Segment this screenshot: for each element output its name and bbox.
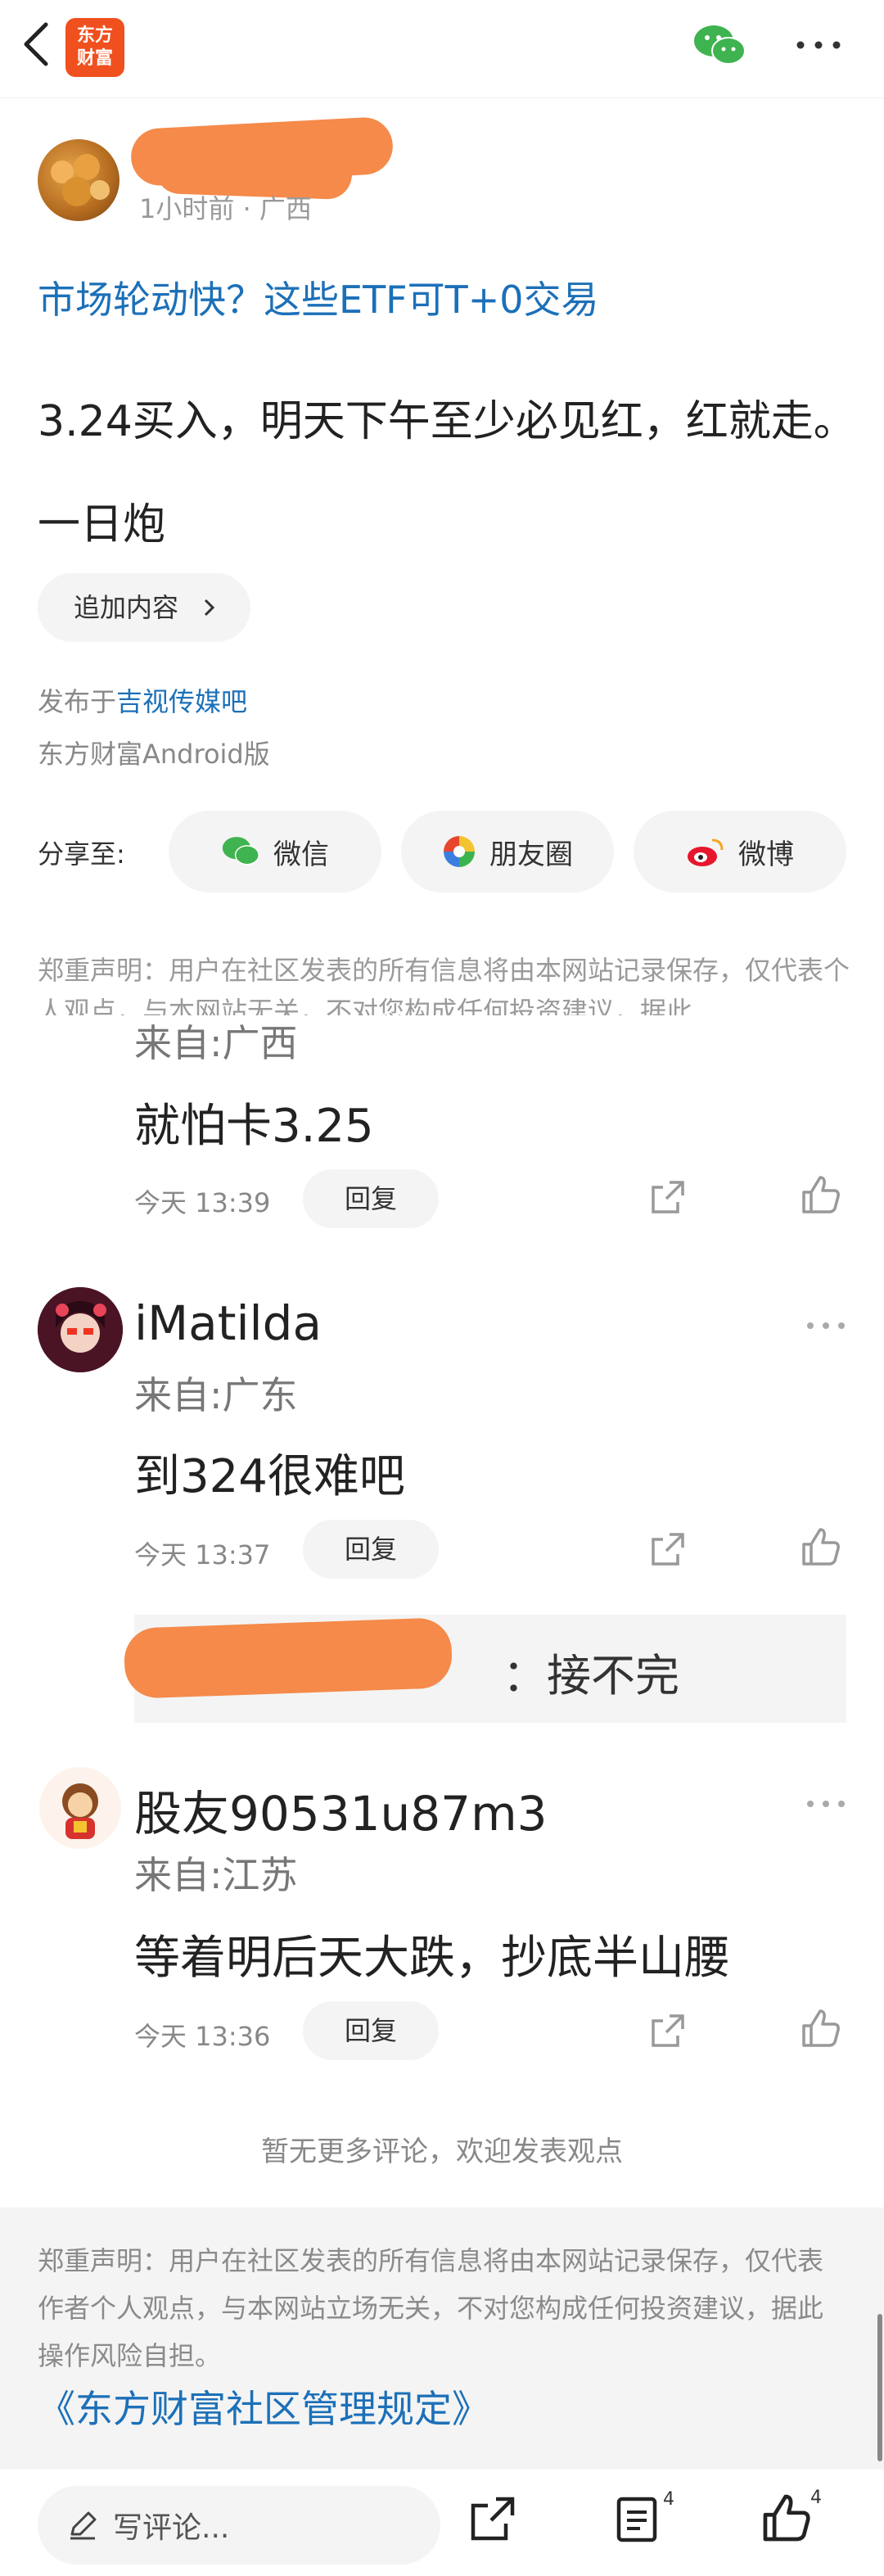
comment-region: 来自:江苏 — [134, 1853, 298, 1897]
moments-icon — [444, 836, 475, 867]
community-rules-link[interactable]: 《东方财富社区管理规定》 — [38, 2379, 489, 2434]
disclaimer-partial: 郑重声明：用户在社区发表的所有信息将由本网站记录保存，仅代表个人观点，与本网站无… — [38, 955, 850, 1015]
client-source: 东方财富Android版 — [38, 739, 270, 770]
author-avatar[interactable] — [38, 139, 120, 221]
more-options-icon[interactable] — [794, 33, 843, 57]
reply-button[interactable]: 回复 — [303, 1520, 439, 1579]
like-count-button[interactable]: 4 — [761, 2488, 822, 2543]
comment-count-badge: 4 — [663, 2489, 674, 2510]
comments-count-button[interactable]: 4 — [616, 2489, 674, 2545]
app-logo: 东方 财富 — [65, 18, 124, 77]
share-icon[interactable] — [648, 1530, 688, 1569]
wechat-share-icon[interactable] — [692, 23, 746, 69]
add-content-label: 追加内容 — [74, 592, 179, 623]
published-prefix: 发布于 — [38, 686, 117, 717]
topic-link[interactable]: 市场轮动快？这些ETF可T+0交易 — [38, 270, 599, 324]
top-bar: 东方 财富 — [0, 0, 884, 98]
share-weibo-button[interactable]: 微博 — [634, 811, 846, 893]
comment-time: 今天 13:39 — [134, 1187, 271, 1218]
share-label: 分享至: — [38, 838, 125, 870]
commenter-avatar[interactable] — [38, 1287, 123, 1372]
like-icon[interactable] — [801, 1526, 841, 1567]
share-wechat-button[interactable]: 微信 — [169, 811, 381, 893]
more-options-icon[interactable] — [805, 1798, 846, 1810]
logo-text-line2: 财富 — [76, 48, 113, 69]
share-wechat-label: 微信 — [273, 838, 329, 871]
sub-reply[interactable]: 狙 作者 ：接不完 — [123, 1615, 846, 1723]
more-options-icon[interactable] — [805, 1320, 846, 1331]
back-arrow-icon[interactable] — [16, 20, 57, 69]
bar-link[interactable]: 吉视传媒吧 — [116, 686, 247, 717]
share-icon[interactable] — [648, 1177, 688, 1217]
wechat-icon — [222, 837, 259, 865]
comment-input[interactable]: 写评论... — [38, 2486, 440, 2565]
share-icon[interactable] — [648, 2011, 688, 2050]
commenter-avatar[interactable] — [38, 1765, 123, 1851]
no-more-comments: 暂无更多评论，欢迎发表观点 — [261, 2135, 623, 2168]
like-icon[interactable] — [801, 2008, 841, 2049]
comment-text: 就怕卡3.25 — [134, 1100, 374, 1153]
commenter-name[interactable]: 股友90531u87m3 — [134, 1775, 547, 1844]
commenter-name[interactable]: iMatilda — [134, 1295, 322, 1351]
comment-time: 今天 13:37 — [134, 1539, 271, 1570]
share-icon[interactable] — [468, 2494, 517, 2543]
share-weibo-label: 微博 — [738, 838, 794, 871]
like-icon[interactable] — [801, 1174, 841, 1215]
disclaimer-text: 郑重声明：用户在社区发表的所有信息将由本网站记录保存，仅代表作者个人观点，与本网… — [38, 2245, 824, 2371]
subreply-text: ：接不完 — [503, 1650, 679, 1702]
comment-text: 到324很难吧 — [134, 1450, 405, 1503]
scrollbar[interactable] — [877, 2314, 882, 2461]
post-meta: 1小时前 · 广西 — [139, 193, 312, 224]
comment-region: 来自:广东 — [134, 1373, 298, 1417]
comment-time: 今天 13:36 — [134, 2021, 271, 2052]
like-count-badge: 4 — [810, 2488, 822, 2508]
add-content-button[interactable]: 追加内容 — [38, 573, 250, 642]
comments-icon — [616, 2497, 657, 2542]
published-in: 发布于吉视传媒吧 — [38, 681, 247, 719]
chevron-right-icon — [204, 599, 215, 617]
like-icon — [763, 2494, 810, 2542]
redacted-subreply-name — [123, 1617, 453, 1699]
weibo-icon — [688, 838, 724, 866]
disclaimer-section: 郑重声明：用户在社区发表的所有信息将由本网站记录保存，仅代表作者个人观点，与本网… — [0, 2208, 884, 2470]
post-body: 3.24买入，明天下午至少必见红，红就走。一日炮 — [38, 397, 856, 549]
logo-text-line1: 东方 — [76, 25, 113, 46]
share-moments-label: 朋友圈 — [489, 838, 573, 871]
share-moments-button[interactable]: 朋友圈 — [401, 811, 614, 893]
reply-button[interactable]: 回复 — [303, 2001, 439, 2060]
reply-button[interactable]: 回复 — [303, 1169, 439, 1228]
pencil-icon — [70, 2511, 97, 2540]
bottom-bar: 写评论... 4 4 — [0, 2470, 884, 2576]
comment-region: 来自:广西 — [134, 1021, 298, 1065]
comment-placeholder: 写评论... — [113, 2511, 230, 2545]
comment-text: 等着明后天大跌，抄底半山腰 — [134, 1932, 730, 1985]
